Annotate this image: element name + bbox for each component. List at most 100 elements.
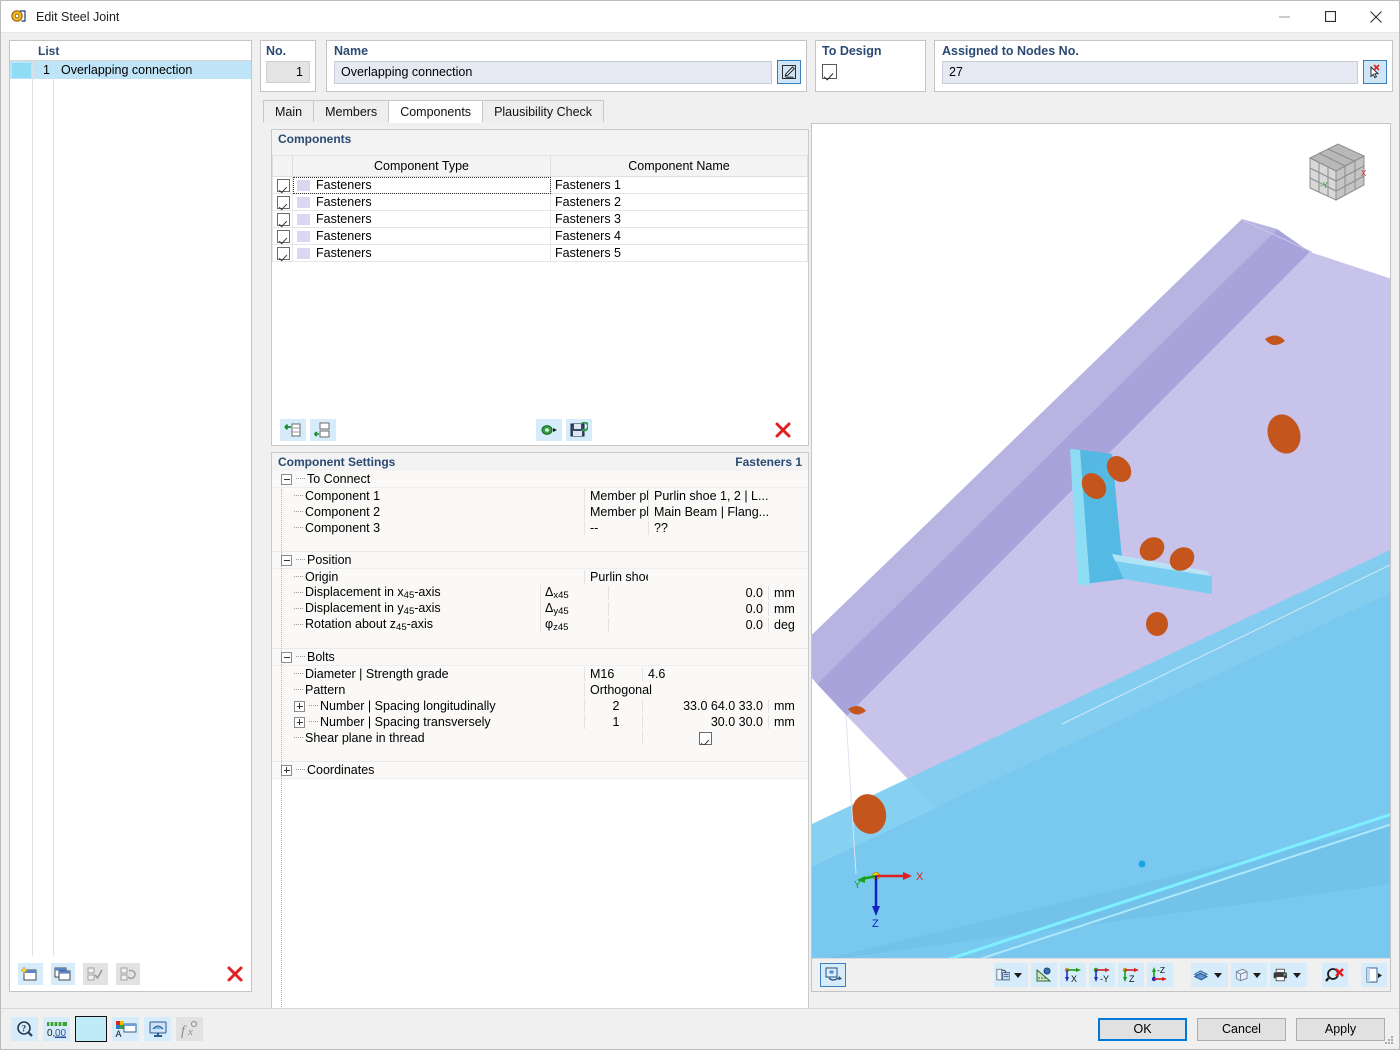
- list-item[interactable]: 1 Overlapping connection: [10, 61, 251, 79]
- chevron-down-icon[interactable]: [1293, 972, 1302, 978]
- row-checkbox-cell[interactable]: [272, 244, 293, 262]
- insert-component-button[interactable]: [280, 419, 306, 441]
- row-component-2[interactable]: Component 2 Member plate Main Beam | Fla…: [272, 504, 808, 520]
- chevron-down-icon[interactable]: [1213, 972, 1222, 978]
- select-all-button[interactable]: [83, 963, 108, 985]
- apply-button[interactable]: Apply: [1296, 1017, 1385, 1041]
- isometric-view-button[interactable]: -Z: [1147, 963, 1174, 987]
- import-component-button[interactable]: [536, 419, 562, 441]
- tab-main[interactable]: Main: [263, 100, 315, 122]
- row-type-cell[interactable]: Fasteners: [292, 227, 551, 245]
- section-position[interactable]: Position: [272, 552, 808, 569]
- row-shear-plane-in-thread[interactable]: Shear plane in thread: [272, 730, 808, 746]
- view-in-minus-y-button[interactable]: -Y: [1089, 963, 1116, 987]
- invert-selection-button[interactable]: [115, 963, 141, 985]
- row-type-cell[interactable]: Fasteners: [292, 193, 551, 211]
- row-type-cell[interactable]: Fasteners: [292, 176, 551, 194]
- row-checkbox[interactable]: [277, 247, 290, 261]
- display-button[interactable]: [144, 1017, 171, 1041]
- row-name-cell[interactable]: Fasteners 5: [550, 244, 808, 262]
- row-name-cell[interactable]: Fasteners 4: [550, 227, 808, 245]
- render-settings-button[interactable]: [993, 963, 1029, 987]
- row-shear-plane-checkbox-cell[interactable]: [642, 730, 768, 746]
- formula-button[interactable]: f x: [176, 1017, 203, 1041]
- row-checkbox[interactable]: [277, 179, 290, 193]
- to-design-checkbox[interactable]: [822, 64, 837, 79]
- row-diameter-strength[interactable]: Diameter | Strength grade M16 4.6: [272, 666, 808, 682]
- row-component-3[interactable]: Component 3 -- ??: [272, 520, 808, 536]
- section-bolts[interactable]: Bolts: [272, 649, 808, 666]
- row-component-3-value[interactable]: --: [584, 521, 648, 535]
- row-pattern-value[interactable]: Orthogonal: [584, 683, 808, 697]
- row-displacement-x[interactable]: Displacement in x45-axis Δx45 0.0 mm: [272, 585, 808, 601]
- row-name-cell[interactable]: Fasteners 2: [550, 193, 808, 211]
- row-origin[interactable]: Origin Purlin shoe 1, 2 | Leg 2: [272, 569, 808, 585]
- row-displacement-y[interactable]: Displacement in y45-axis Δy45 0.0 mm: [272, 601, 808, 617]
- row-diameter-value[interactable]: M16: [584, 667, 642, 681]
- chevron-down-icon[interactable]: [1253, 972, 1262, 978]
- delete-item-button[interactable]: [222, 963, 247, 985]
- display-style-button[interactable]: [1191, 963, 1228, 987]
- row-number-transverse-value[interactable]: 1: [584, 715, 642, 729]
- row-rotation-z[interactable]: Rotation about z45-axis φz45 0.0 deg: [272, 617, 808, 633]
- table-row[interactable]: Fasteners Fasteners 4: [272, 227, 808, 245]
- section-coordinates[interactable]: Coordinates: [272, 762, 808, 779]
- row-checkbox[interactable]: [277, 213, 290, 227]
- view-snapshot-button[interactable]: [820, 963, 846, 987]
- row-type-cell[interactable]: Fasteners: [292, 244, 551, 262]
- row-checkbox-cell[interactable]: [272, 227, 293, 245]
- section-to-connect[interactable]: To Connect: [272, 471, 808, 488]
- row-rotation-z-detail[interactable]: 0.0: [608, 618, 768, 632]
- view-in-z-button[interactable]: Z: [1118, 963, 1145, 987]
- row-component-3-detail[interactable]: ??: [648, 521, 808, 535]
- view-in-x-button[interactable]: X: [1060, 963, 1087, 987]
- tab-components[interactable]: Components: [388, 100, 484, 123]
- table-row[interactable]: Fasteners Fasteners 5: [272, 244, 808, 262]
- tab-plausibility-check[interactable]: Plausibility Check: [482, 100, 605, 122]
- copy-item-button[interactable]: [50, 963, 76, 985]
- collapse-icon[interactable]: [281, 554, 292, 566]
- table-row[interactable]: Fasteners Fasteners 3: [272, 210, 808, 228]
- expand-icon[interactable]: [281, 764, 292, 776]
- row-strength-grade-value[interactable]: 4.6: [642, 667, 808, 681]
- table-row[interactable]: Fasteners Fasteners 2: [272, 193, 808, 211]
- collapse-icon[interactable]: [281, 473, 292, 485]
- help-button[interactable]: ?: [11, 1017, 38, 1041]
- maximize-button[interactable]: [1307, 1, 1353, 32]
- row-type-cell[interactable]: Fasteners: [292, 210, 551, 228]
- pick-node-icon[interactable]: [1363, 60, 1387, 84]
- annotation-button[interactable]: A: [112, 1017, 139, 1041]
- row-spacing-longitudinal-value[interactable]: 33.0 64.0 33.0: [642, 699, 768, 713]
- new-item-button[interactable]: [18, 963, 43, 985]
- cancel-button[interactable]: Cancel: [1197, 1017, 1286, 1041]
- row-checkbox-cell[interactable]: [272, 176, 293, 194]
- row-component-1[interactable]: Component 1 Member plate Purlin shoe 1, …: [272, 488, 808, 504]
- row-name-cell[interactable]: Fasteners 1: [550, 176, 808, 194]
- row-number-spacing-longitudinal[interactable]: Number | Spacing longitudinally 2 33.0 6…: [272, 698, 808, 714]
- row-checkbox-cell[interactable]: [272, 193, 293, 211]
- row-number-longitudinal-value[interactable]: 2: [584, 699, 642, 713]
- row-component-1-value[interactable]: Member plate: [584, 489, 648, 503]
- zoom-reset-button[interactable]: [1322, 963, 1349, 987]
- export-component-button[interactable]: [566, 419, 592, 441]
- row-number-spacing-transverse[interactable]: Number | Spacing transversely 1 30.0 30.…: [272, 714, 808, 730]
- row-displacement-y-detail[interactable]: 0.0: [608, 602, 768, 616]
- expand-icon[interactable]: [294, 700, 305, 712]
- collapse-icon[interactable]: [281, 651, 292, 663]
- row-spacing-transverse-value[interactable]: 30.0 30.0: [642, 715, 768, 729]
- detach-view-button[interactable]: [1361, 963, 1388, 987]
- color-button[interactable]: [75, 1016, 107, 1042]
- insert-component-below-button[interactable]: [310, 419, 336, 441]
- row-pattern[interactable]: Pattern Orthogonal: [272, 682, 808, 698]
- table-row[interactable]: Fasteners Fasteners 1: [272, 176, 808, 194]
- expand-icon[interactable]: [294, 716, 305, 728]
- row-name-cell[interactable]: Fasteners 3: [550, 210, 808, 228]
- resize-grip[interactable]: [1383, 1034, 1395, 1046]
- name-input[interactable]: Overlapping connection: [334, 60, 772, 84]
- shear-plane-checkbox[interactable]: [699, 732, 712, 746]
- chevron-down-icon[interactable]: [1014, 972, 1023, 978]
- row-component-1-detail[interactable]: Purlin shoe 1, 2 | L...: [648, 489, 808, 503]
- tab-members[interactable]: Members: [313, 100, 390, 122]
- row-component-2-value[interactable]: Member plate: [584, 505, 648, 519]
- row-checkbox[interactable]: [277, 230, 290, 244]
